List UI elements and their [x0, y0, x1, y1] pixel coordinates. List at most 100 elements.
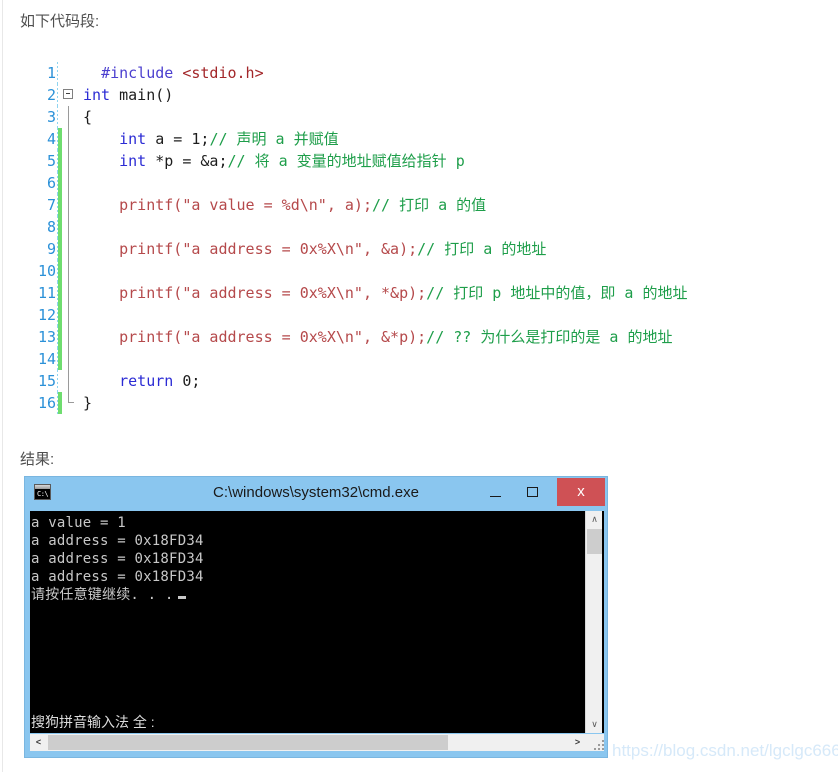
- fold-column: [61, 216, 77, 238]
- code-token: }: [83, 394, 93, 412]
- fold-column: [61, 304, 77, 326]
- console-output: a value = 1 a address = 0x18FD34 a address…: [31, 514, 204, 604]
- horizontal-scrollbar-thumb[interactable]: [48, 735, 448, 750]
- code-token: printf("a address = 0x%X\n", &*p);: [119, 328, 427, 346]
- console-line: 请按任意键继续. . .: [31, 586, 204, 604]
- fold-guide-line: [68, 282, 69, 304]
- fold-column: [61, 370, 77, 392]
- code-token: #include: [101, 64, 174, 82]
- code-token: printf("a address = 0x%X\n", &a);: [119, 240, 418, 258]
- line-number: 6: [46, 174, 56, 192]
- code-line-text: int a = 1;// 声明 a 并赋值: [77, 128, 339, 150]
- code-line: 9 printf("a address = 0x%X\n", &a);// 打印…: [20, 238, 830, 260]
- code-line: 11 printf("a address = 0x%X\n", *&p);// …: [20, 282, 830, 304]
- line-number: 9: [46, 240, 56, 258]
- code-line: 3{: [20, 106, 830, 128]
- code-token: int: [119, 130, 147, 148]
- line-number: 13: [37, 328, 56, 346]
- fold-column: [61, 128, 77, 150]
- intro-label: 如下代码段:: [20, 13, 100, 30]
- scroll-right-icon[interactable]: >: [569, 734, 586, 751]
- line-number: 3: [46, 108, 56, 126]
- minimize-icon: [489, 495, 501, 497]
- maximize-button[interactable]: [517, 478, 547, 506]
- code-line: 15 return 0;: [20, 370, 830, 392]
- console-line: a address = 0x18FD34: [31, 551, 204, 567]
- code-line-text: printf("a value = %d\n", a);// 打印 a 的值: [77, 194, 486, 216]
- close-button[interactable]: x: [557, 478, 605, 506]
- line-number: 15: [37, 372, 56, 390]
- line-number: 4: [46, 130, 56, 148]
- fold-guide-line: [68, 348, 69, 370]
- fold-column: [61, 150, 77, 172]
- fold-column: [61, 282, 77, 304]
- console-horizontal-scrollbar[interactable]: < >: [30, 734, 604, 751]
- fold-guide-line: [68, 216, 69, 238]
- code-line: 8: [20, 216, 830, 238]
- code-line: 13 printf("a address = 0x%X\n", &*p);// …: [20, 326, 830, 348]
- fold-column: [61, 106, 77, 128]
- fold-guide-line: [68, 326, 69, 348]
- console-line: a address = 0x18FD34: [31, 533, 204, 549]
- scroll-left-icon[interactable]: <: [30, 734, 47, 751]
- console-line: a address = 0x18FD34: [31, 569, 204, 585]
- code-line: 5 int *p = &a;// 将 a 变量的地址赋值给指针 p: [20, 150, 830, 172]
- console-vertical-scrollbar[interactable]: ∧ ∨: [585, 511, 602, 733]
- code-line-text: printf("a address = 0x%X\n", &a);// 打印 a…: [77, 238, 546, 260]
- code-token: {: [83, 108, 93, 126]
- fold-guide-line: [68, 304, 69, 326]
- fold-column: [61, 348, 77, 370]
- vertical-scrollbar-thumb[interactable]: [587, 529, 602, 554]
- code-token: // 打印 p 地址中的值，即 a 的地址: [426, 284, 688, 302]
- fold-end-icon: [68, 392, 74, 403]
- line-number: 5: [46, 152, 56, 170]
- line-number: 10: [37, 262, 56, 280]
- ime-status-bar: 搜狗拼音输入法 全 :: [31, 714, 155, 730]
- fold-guide-line: [68, 172, 69, 194]
- line-number: 14: [37, 350, 56, 368]
- fold-column[interactable]: [61, 392, 77, 414]
- watermark: https://blog.csdn.net/lgclgc666: [612, 741, 838, 760]
- fold-collapse-icon[interactable]: [63, 89, 73, 99]
- code-line: 1 #include <stdio.h>: [20, 62, 830, 84]
- line-number: 16: [37, 394, 56, 412]
- line-number: 1: [46, 64, 56, 82]
- console-title-bar[interactable]: C:\ C:\windows\system32\cmd.exe x: [25, 477, 607, 509]
- code-token: main(): [110, 86, 174, 104]
- fold-guide-line: [68, 238, 69, 260]
- fold-guide-line: [68, 370, 69, 392]
- console-window[interactable]: C:\ C:\windows\system32\cmd.exe x a valu…: [24, 476, 608, 758]
- code-token: *p = &a;: [146, 152, 228, 170]
- line-number: 11: [37, 284, 56, 302]
- resize-grip-icon[interactable]: [589, 734, 605, 751]
- minimize-button[interactable]: [480, 478, 510, 506]
- code-line-text: int main(): [77, 84, 173, 106]
- scroll-down-icon[interactable]: ∨: [586, 716, 603, 733]
- fold-column: [61, 326, 77, 348]
- console-line: a value = 1: [31, 515, 126, 531]
- fold-guide-line: [68, 106, 69, 128]
- code-token: int: [119, 152, 147, 170]
- code-line-text: printf("a address = 0x%X\n", &*p);// ?? …: [77, 326, 672, 348]
- fold-column: [61, 238, 77, 260]
- code-token: // 打印 a 的值: [372, 196, 487, 214]
- code-token: printf("a address = 0x%X\n", *&p);: [119, 284, 427, 302]
- code-token: // ?? 为什么是打印的是 a 的地址: [426, 328, 673, 346]
- fold-column[interactable]: [61, 84, 77, 106]
- console-client-area[interactable]: a value = 1 a address = 0x18FD34 a address…: [30, 511, 604, 733]
- code-line: 12: [20, 304, 830, 326]
- fold-guide-line: [68, 260, 69, 282]
- code-token: int: [83, 86, 111, 104]
- code-line: 7 printf("a value = %d\n", a);// 打印 a 的值: [20, 194, 830, 216]
- code-line-text: }: [77, 392, 92, 414]
- line-number: 12: [37, 306, 56, 324]
- fold-column: [61, 172, 77, 194]
- code-line: 10: [20, 260, 830, 282]
- scroll-up-icon[interactable]: ∧: [586, 511, 603, 528]
